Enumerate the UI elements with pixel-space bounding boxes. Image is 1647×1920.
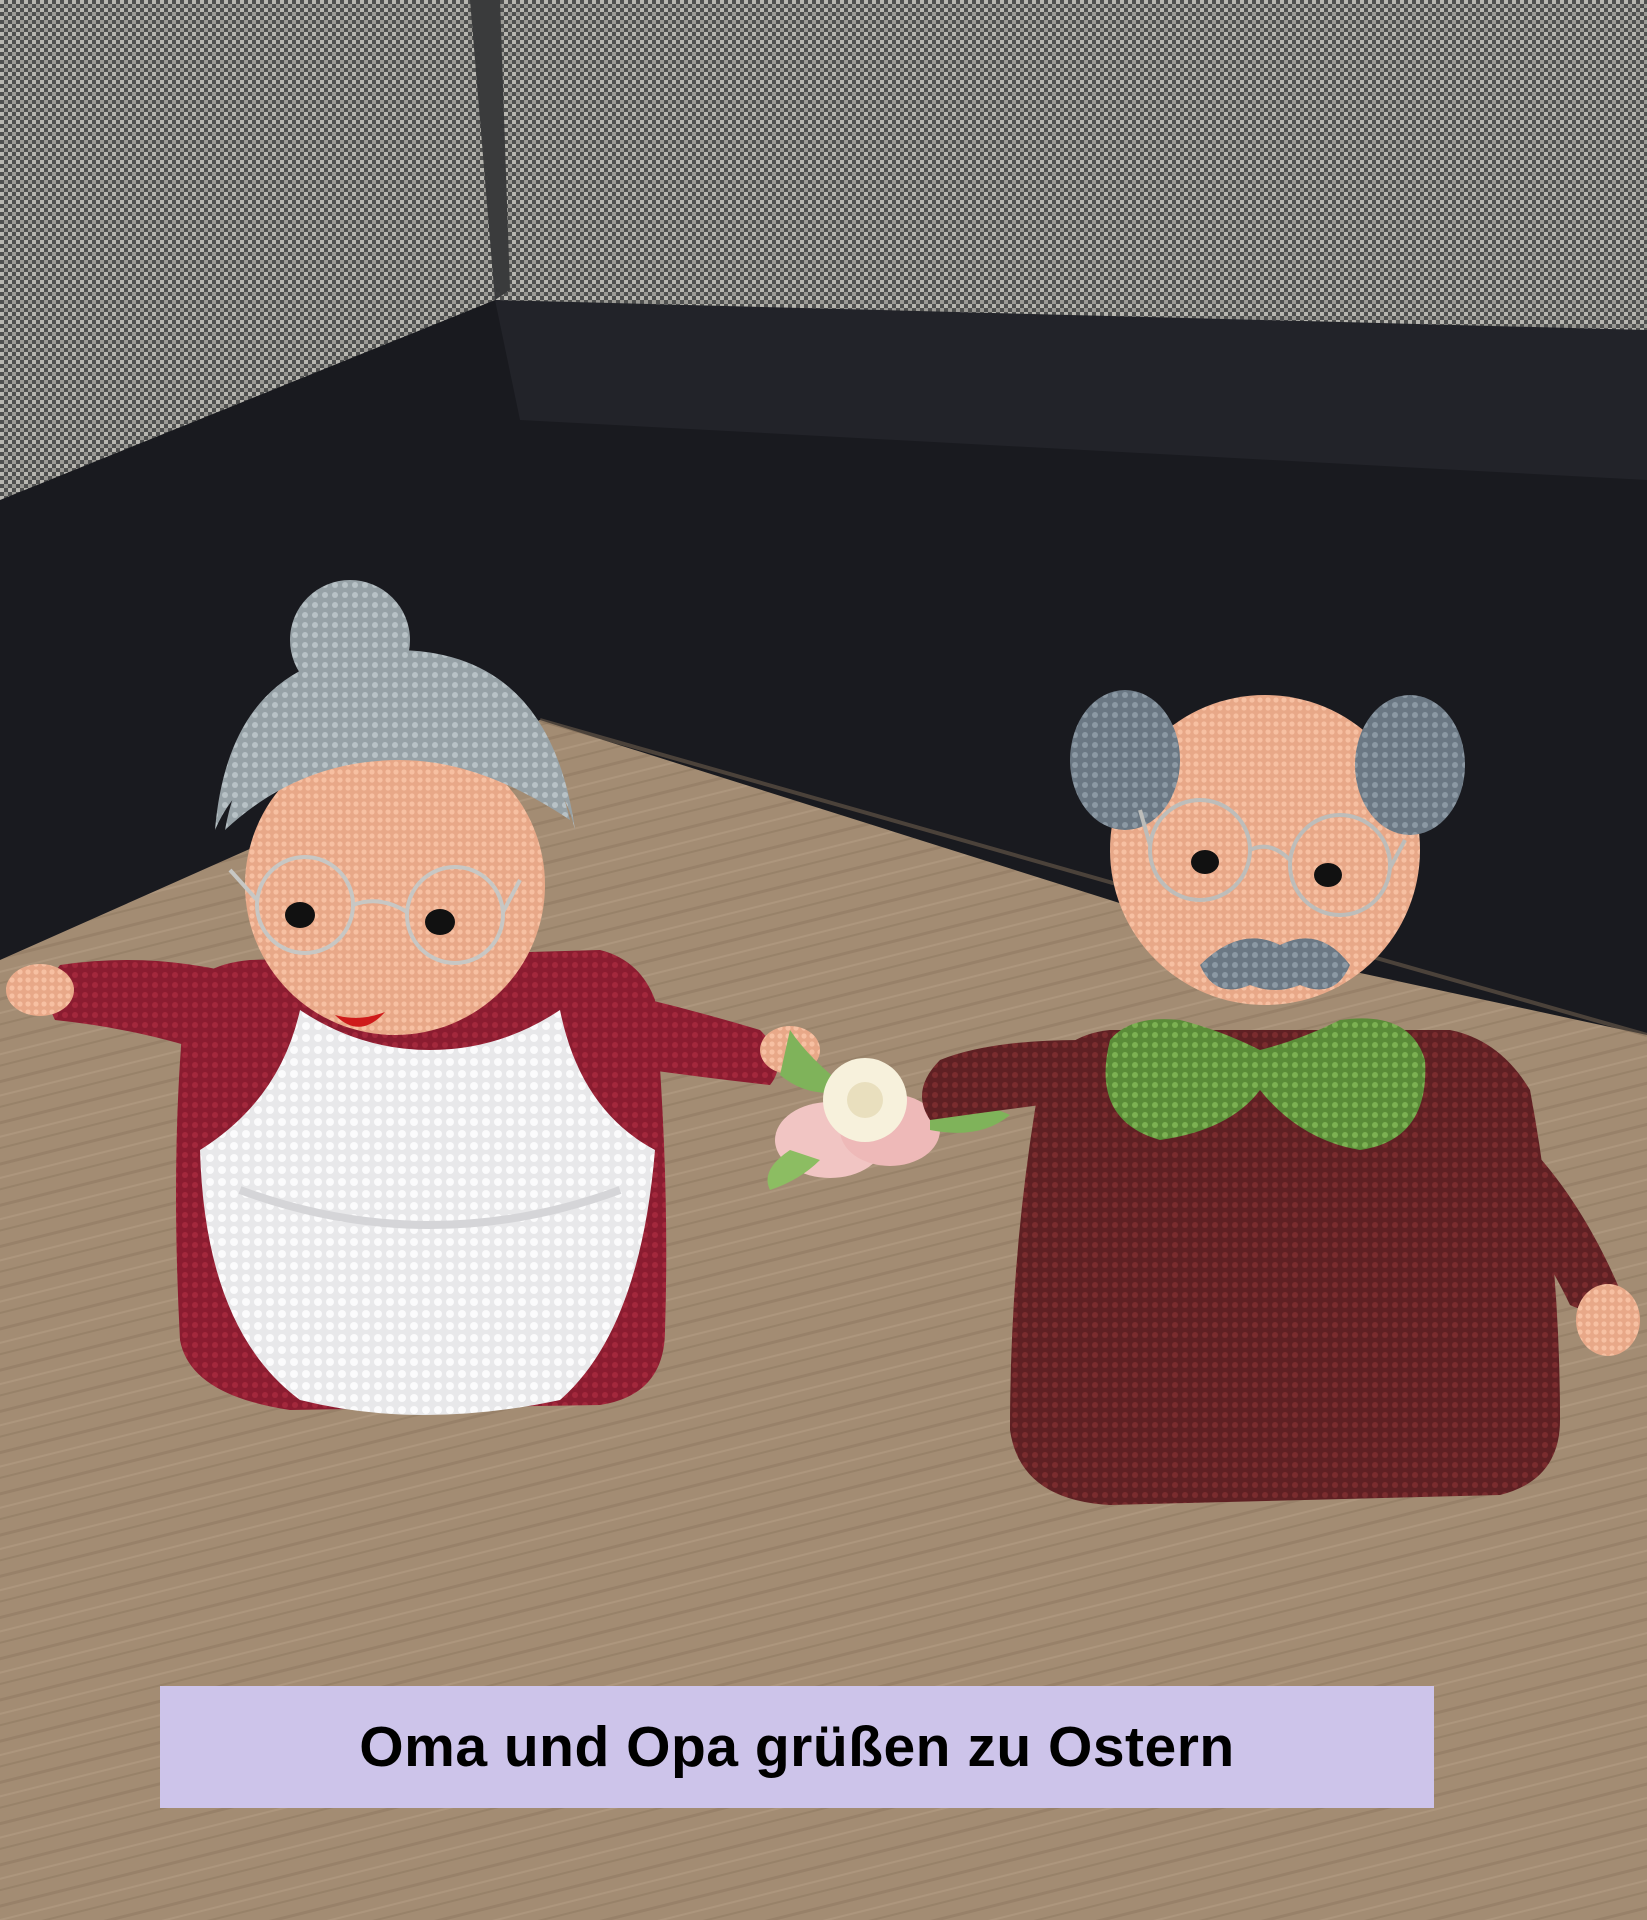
crochet-photo: [0, 0, 1647, 1920]
photo-scene: Oma und Opa grüßen zu Ostern: [0, 0, 1647, 1920]
caption-banner: Oma und Opa grüßen zu Ostern: [160, 1686, 1434, 1808]
caption-text: Oma und Opa grüßen zu Ostern: [359, 1715, 1235, 1779]
